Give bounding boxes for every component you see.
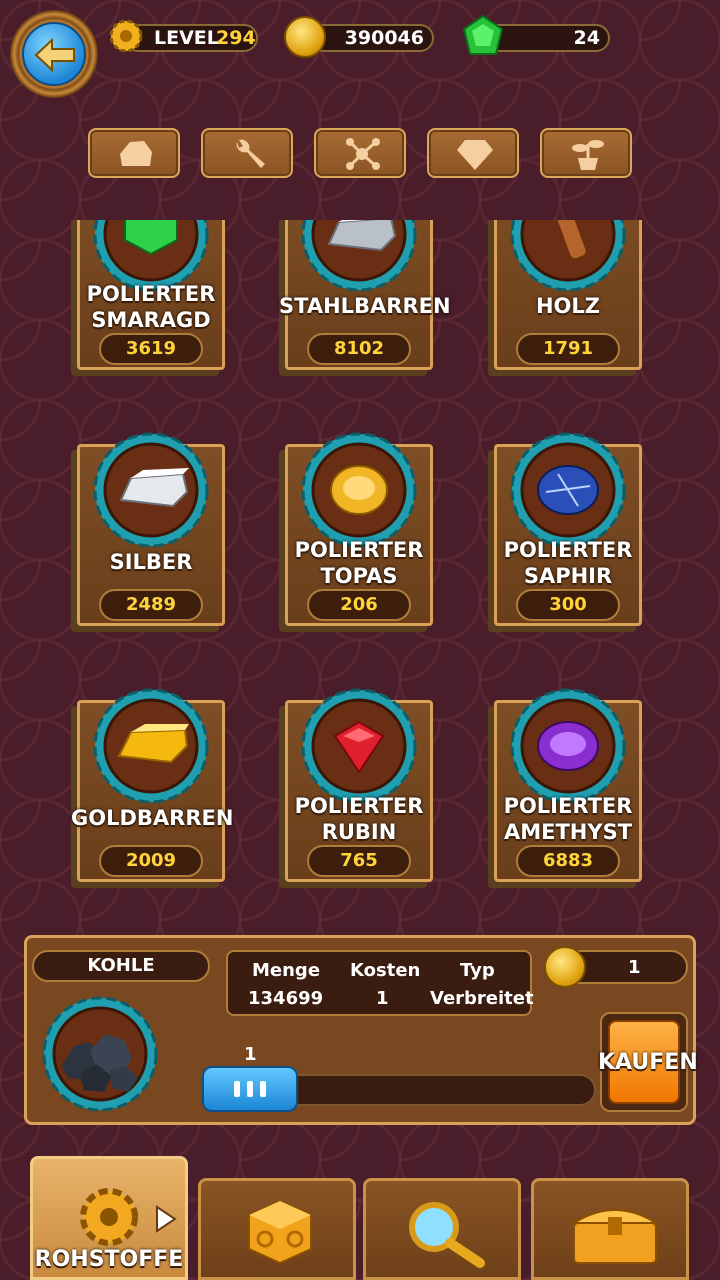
item-name: POLIERTER (294, 538, 424, 562)
menge-value: 134699 (248, 988, 324, 1009)
gear-icon (80, 1188, 177, 1246)
typ-header: Typ (460, 960, 495, 981)
nav-search[interactable] (363, 1178, 521, 1280)
item-quantity: 1791 (516, 333, 620, 365)
nav-chest[interactable] (531, 1178, 689, 1280)
gold-bar-icon (91, 686, 211, 806)
buy-label: KAUFEN (598, 1050, 698, 1075)
item-name: POLIERTER (294, 794, 424, 818)
item-name-line2: RUBIN (321, 820, 397, 844)
back-arrow-icon (22, 22, 86, 86)
sapphire-icon (508, 430, 628, 550)
nav-label: ROHSTOFFE (34, 1247, 184, 1272)
item-name: POLIERTER (503, 794, 633, 818)
ruby-icon (299, 686, 419, 806)
plant-icon (572, 140, 604, 170)
tab-plants[interactable] (540, 128, 632, 178)
tab-molecules[interactable] (314, 128, 406, 178)
rock-icon (120, 141, 152, 166)
level-value: 294 (216, 27, 256, 49)
coin-icon (284, 16, 326, 58)
item-quantity: 300 (516, 589, 620, 621)
item-quantity: 8102 (307, 333, 411, 365)
coins-value: 390046 (344, 27, 424, 49)
item-quantity: 765 (307, 845, 411, 877)
typ-value: Verbreitet (430, 988, 534, 1009)
item-name-line2: SAPHIR (523, 564, 613, 588)
price-value: 1 (628, 957, 641, 978)
item-quantity: 2489 (99, 589, 203, 621)
item-name: GOLDBARREN (71, 806, 234, 830)
dice-icon (248, 1199, 312, 1265)
level-label: LEVEL (154, 27, 219, 49)
coal-icon (40, 994, 160, 1114)
gems-value: 24 (573, 27, 600, 49)
item-name-line2: TOPAS (320, 564, 398, 588)
tab-tools[interactable] (201, 128, 293, 178)
item-stats: Menge Kosten Typ 134699 1 Verbreitet (226, 950, 534, 1016)
topaz-icon (299, 430, 419, 550)
amethyst-icon (508, 686, 628, 806)
item-name-line2: AMETHYST (503, 820, 633, 844)
magnifier-icon (409, 1202, 485, 1268)
item-quantity: 3619 (99, 333, 203, 365)
item-name-line2: SMARAGD (91, 308, 211, 332)
slider-handle[interactable] (202, 1066, 298, 1112)
item-name: STAHLBARREN (279, 294, 451, 318)
steel-bar-icon (299, 220, 419, 294)
wrench-icon (236, 139, 265, 168)
selected-item-name: KOHLE (32, 950, 210, 982)
back-button[interactable] (10, 10, 98, 98)
kosten-value: 1 (376, 988, 389, 1009)
slider-value: 1 (244, 1044, 257, 1065)
grip-icon (234, 1081, 266, 1097)
item-name: HOLZ (535, 294, 601, 318)
chest-icon (570, 1209, 660, 1264)
price-coin-icon (544, 946, 586, 988)
tab-gems[interactable] (427, 128, 519, 178)
menge-header: Menge (252, 960, 321, 981)
silver-bar-icon (91, 430, 211, 550)
level-gear-icon (109, 19, 143, 53)
molecule-icon (346, 138, 380, 170)
item-name: POLIERTER (86, 282, 216, 306)
item-name: SILBER (109, 550, 193, 574)
gem-icon (462, 14, 504, 55)
nav-raw-materials[interactable]: ROHSTOFFE (30, 1156, 188, 1280)
tab-raw-materials[interactable] (88, 128, 180, 178)
item-grid: POLIERTER SMARAGD 3619 STAHLBARREN 8102 HOLZ 1… (0, 220, 720, 920)
item-quantity: 6883 (516, 845, 620, 877)
nav-dice[interactable] (198, 1178, 356, 1280)
item-name: POLIERTER (503, 538, 633, 562)
item-quantity: 2009 (99, 845, 203, 877)
diamond-icon (457, 140, 493, 170)
item-quantity: 206 (307, 589, 411, 621)
wood-icon (508, 220, 628, 294)
kosten-header: Kosten (350, 960, 421, 981)
